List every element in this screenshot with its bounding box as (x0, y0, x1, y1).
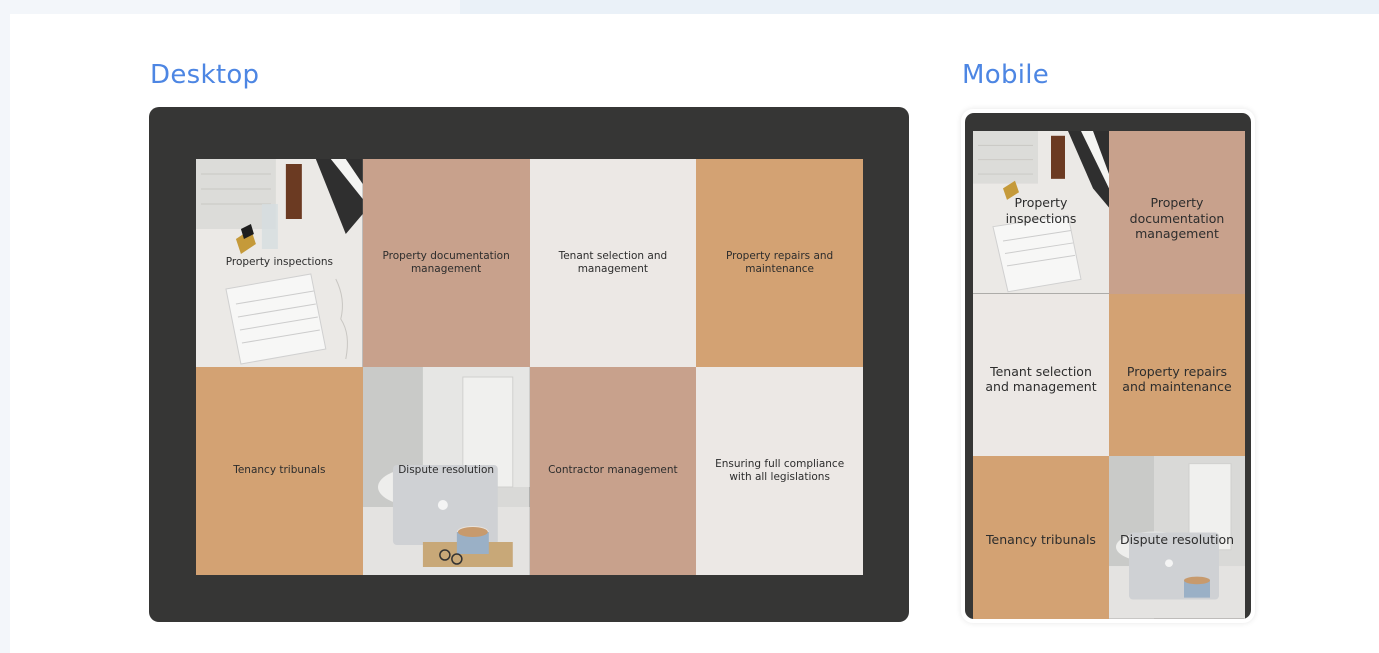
tile-dispute-resolution[interactable]: Dispute resolution (362, 367, 530, 575)
tile-property-inspections[interactable]: Property inspections (196, 159, 363, 367)
tile-label: Dispute resolution (1119, 532, 1235, 548)
mobile-section-title: Mobile (962, 60, 1050, 90)
tile-label: Tenancy tribunals (233, 464, 326, 477)
tile-label: Property repairs and maintenance (1122, 363, 1232, 395)
mobile-device-frame: Property inspections Property documentat… (961, 109, 1255, 623)
mobile-services-grid: Property inspections Property documentat… (973, 131, 1245, 619)
tile-label: Tenant selection and management (558, 249, 668, 275)
tile-tenancy-tribunals[interactable]: Tenancy tribunals (196, 367, 363, 575)
tile-property-inspections[interactable]: Property inspections (973, 131, 1109, 294)
tile-label: Dispute resolution (398, 464, 495, 477)
tile-label: Tenancy tribunals (986, 532, 1096, 548)
tile-label: Property inspections (225, 256, 334, 269)
mobile-screen: Property inspections Property documentat… (965, 113, 1251, 619)
tile-tenant-selection[interactable]: Tenant selection and management (529, 159, 697, 367)
tile-tenancy-tribunals[interactable]: Tenancy tribunals (973, 456, 1109, 619)
desktop-services-grid: Property inspections Property documentat… (196, 159, 863, 575)
tile-property-repairs[interactable]: Property repairs and maintenance (696, 159, 863, 367)
tile-label: Property documentation management (382, 249, 510, 275)
tile-property-documentation[interactable]: Property documentation management (362, 159, 530, 367)
tile-label: Tenant selection and management (985, 363, 1097, 395)
tile-property-documentation[interactable]: Property documentation management (1109, 131, 1245, 294)
tile-legislation-compliance[interactable]: Ensuring full compliance with all legisl… (696, 367, 863, 575)
top-background-band (460, 0, 1379, 14)
desktop-section-title: Desktop (150, 60, 260, 90)
tile-label: Property inspections (1005, 195, 1077, 226)
tile-tenant-selection[interactable]: Tenant selection and management (973, 293, 1109, 457)
tile-label: Ensuring full compliance with all legisl… (715, 457, 845, 483)
tile-label: Contractor management (548, 464, 678, 477)
tile-label: Property repairs and maintenance (726, 249, 834, 275)
tile-label: Property documentation management (1129, 195, 1225, 242)
tile-property-repairs[interactable]: Property repairs and maintenance (1109, 293, 1245, 457)
tile-dispute-resolution[interactable]: Dispute resolution (1109, 456, 1245, 619)
tile-contractor-management[interactable]: Contractor management (529, 367, 697, 575)
